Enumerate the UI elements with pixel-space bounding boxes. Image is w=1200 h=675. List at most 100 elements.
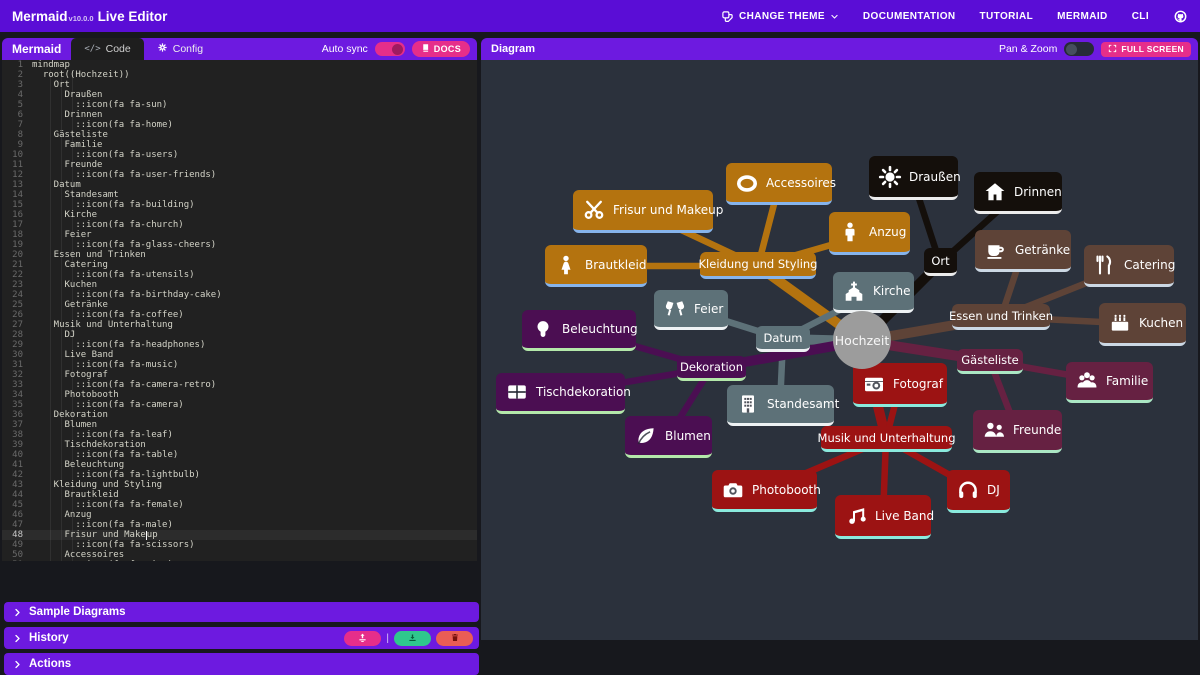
code-line: 14 Standesamt: [2, 190, 477, 200]
code-line: 47 ::icon(fa fa-male): [2, 520, 477, 530]
code-line: 36 Dekoration: [2, 410, 477, 420]
lightbulb-icon: [531, 317, 555, 341]
pan-zoom-toggle[interactable]: [1064, 42, 1094, 56]
mindmap-node-accessoires: Accessoires: [726, 163, 832, 205]
mindmap-root-node: Hochzeit: [833, 311, 891, 369]
code-line: 51 ::icon(fa fa-ring): [2, 560, 477, 561]
brand-version: v10.0.0: [69, 14, 94, 23]
code-line: 33 ::icon(fa fa-camera-retro): [2, 380, 477, 390]
code-line: 23 Kuchen: [2, 280, 477, 290]
users-icon: [1075, 369, 1099, 393]
mermaid-live-editor: Mermaid v10.0.0 Live Editor CHANGE THEME…: [0, 0, 1200, 640]
mindmap-node-dekoration: Dekoration: [677, 356, 746, 381]
code-line: 37 Blumen: [2, 420, 477, 430]
mindmap-node-frisur-und-makeup: Frisur und Makeup: [573, 190, 713, 233]
mindmap-node-kleidung-und-styling: Kleidung und Styling: [700, 252, 816, 279]
auto-sync-toggle[interactable]: [375, 42, 405, 56]
mindmap-node-familie: Familie: [1066, 362, 1153, 403]
utensils-icon: [1093, 253, 1117, 277]
code-line: 44 Brautkleid: [2, 490, 477, 500]
tab-config[interactable]: Config: [144, 38, 216, 60]
scissors-icon: [582, 198, 606, 222]
history-bar[interactable]: History |: [4, 627, 479, 649]
cake-icon: [1108, 311, 1132, 335]
pan-zoom-label: Pan & Zoom: [999, 43, 1057, 55]
code-line: 34 Photobooth: [2, 390, 477, 400]
history-download-button[interactable]: [394, 631, 431, 646]
table-icon: [505, 380, 529, 404]
code-line: 7 ::icon(fa fa-home): [2, 120, 477, 130]
editor-pane-title: Mermaid: [2, 42, 71, 56]
code-line: 45 ::icon(fa fa-female): [2, 500, 477, 510]
code-line: 24 ::icon(fa fa-birthday-cake): [2, 290, 477, 300]
fullscreen-icon: [1108, 44, 1117, 55]
code-line: 2 root((Hochzeit)): [2, 70, 477, 80]
nav-documentation[interactable]: DOCUMENTATION: [863, 11, 956, 22]
diagram-pane: Diagram Pan & Zoom FULL SCREEN Frisur un…: [481, 38, 1198, 640]
chevron-right-icon: [13, 633, 22, 644]
tab-code[interactable]: </> Code: [71, 38, 143, 60]
github-link[interactable]: [1173, 9, 1188, 24]
nav-tutorial[interactable]: TUTORIAL: [980, 11, 1034, 22]
cheers-icon: [663, 297, 687, 321]
code-line: 50 Accessoires: [2, 550, 477, 560]
top-header: Mermaid v10.0.0 Live Editor CHANGE THEME…: [0, 0, 1200, 32]
book-icon: [421, 43, 430, 55]
headphones-icon: [956, 478, 980, 502]
code-icon: </>: [84, 44, 100, 54]
music-icon: [844, 504, 868, 528]
code-line: 39 Tischdekoration: [2, 440, 477, 450]
nav-cli[interactable]: CLI: [1132, 11, 1149, 22]
mindmap-node-dj: DJ: [947, 470, 1010, 513]
code-line: 28 DJ: [2, 330, 477, 340]
diagram-pane-title: Diagram: [481, 43, 545, 55]
code-line: 9 Familie: [2, 140, 477, 150]
caret-down-icon: [830, 12, 839, 21]
ring-icon: [735, 171, 759, 195]
code-line: 18 Feier: [2, 230, 477, 240]
docs-button[interactable]: DOCS: [412, 41, 470, 57]
mindmap-node-catering: Catering: [1084, 245, 1174, 287]
diagram-canvas[interactable]: Frisur und Makeup Accessoires Draußen Drinn…: [481, 60, 1198, 640]
upload-icon: [357, 631, 368, 646]
code-line: 4 Draußen: [2, 90, 477, 100]
app-title: Mermaid v10.0.0 Live Editor: [12, 9, 167, 24]
mindmap-node-drau-en: Draußen: [869, 156, 958, 200]
actions-bar[interactable]: Actions: [4, 653, 479, 675]
mindmap-node-anzug: Anzug: [829, 212, 910, 255]
code-line: 46 Anzug: [2, 510, 477, 520]
editor-pane: Mermaid </> Code Config Auto sync DOCS 1…: [2, 38, 477, 60]
mindmap-node-brautkleid: Brautkleid: [545, 245, 647, 287]
code-line: 38 ::icon(fa fa-leaf): [2, 430, 477, 440]
brand-name: Mermaid: [12, 9, 68, 24]
diagram-tabbar: Diagram Pan & Zoom FULL SCREEN: [481, 38, 1198, 60]
mindmap-node-drinnen: Drinnen: [974, 172, 1062, 214]
history-upload-button[interactable]: [344, 631, 381, 646]
code-line: 43 Kleidung und Styling: [2, 480, 477, 490]
code-line: 29 ::icon(fa fa-headphones): [2, 340, 477, 350]
code-line: 15 ::icon(fa fa-building): [2, 200, 477, 210]
code-editor[interactable]: 1mindmap2 root((Hochzeit))3 Ort4 Draußen…: [2, 60, 477, 561]
code-line: 25 Getränke: [2, 300, 477, 310]
nav-change-theme[interactable]: CHANGE THEME: [721, 10, 839, 23]
code-line: 31 ::icon(fa fa-music): [2, 360, 477, 370]
download-icon: [407, 631, 418, 646]
code-line: 40 ::icon(fa fa-table): [2, 450, 477, 460]
mindmap-node-tischdekoration: Tischdekoration: [496, 373, 625, 414]
code-line: 26 ::icon(fa fa-coffee): [2, 310, 477, 320]
history-delete-button[interactable]: [436, 631, 473, 646]
mindmap-node-freunde: Freunde: [973, 410, 1062, 453]
editor-tabbar: Mermaid </> Code Config Auto sync DOCS: [2, 38, 477, 60]
sample-diagrams-bar[interactable]: Sample Diagrams: [4, 602, 479, 622]
theme-icon: [721, 10, 734, 23]
fullscreen-button[interactable]: FULL SCREEN: [1101, 42, 1191, 57]
nav-mermaid[interactable]: MERMAID: [1057, 11, 1108, 22]
male-icon: [838, 220, 862, 244]
code-line: 30 Live Band: [2, 350, 477, 360]
code-line: 27 Musik und Unterhaltung: [2, 320, 477, 330]
church-icon: [842, 279, 866, 303]
mindmap-node-kirche: Kirche: [833, 272, 914, 313]
code-line: 21 Catering: [2, 260, 477, 270]
mindmap-node-feier: Feier: [654, 290, 728, 330]
user-friends-icon: [982, 418, 1006, 442]
